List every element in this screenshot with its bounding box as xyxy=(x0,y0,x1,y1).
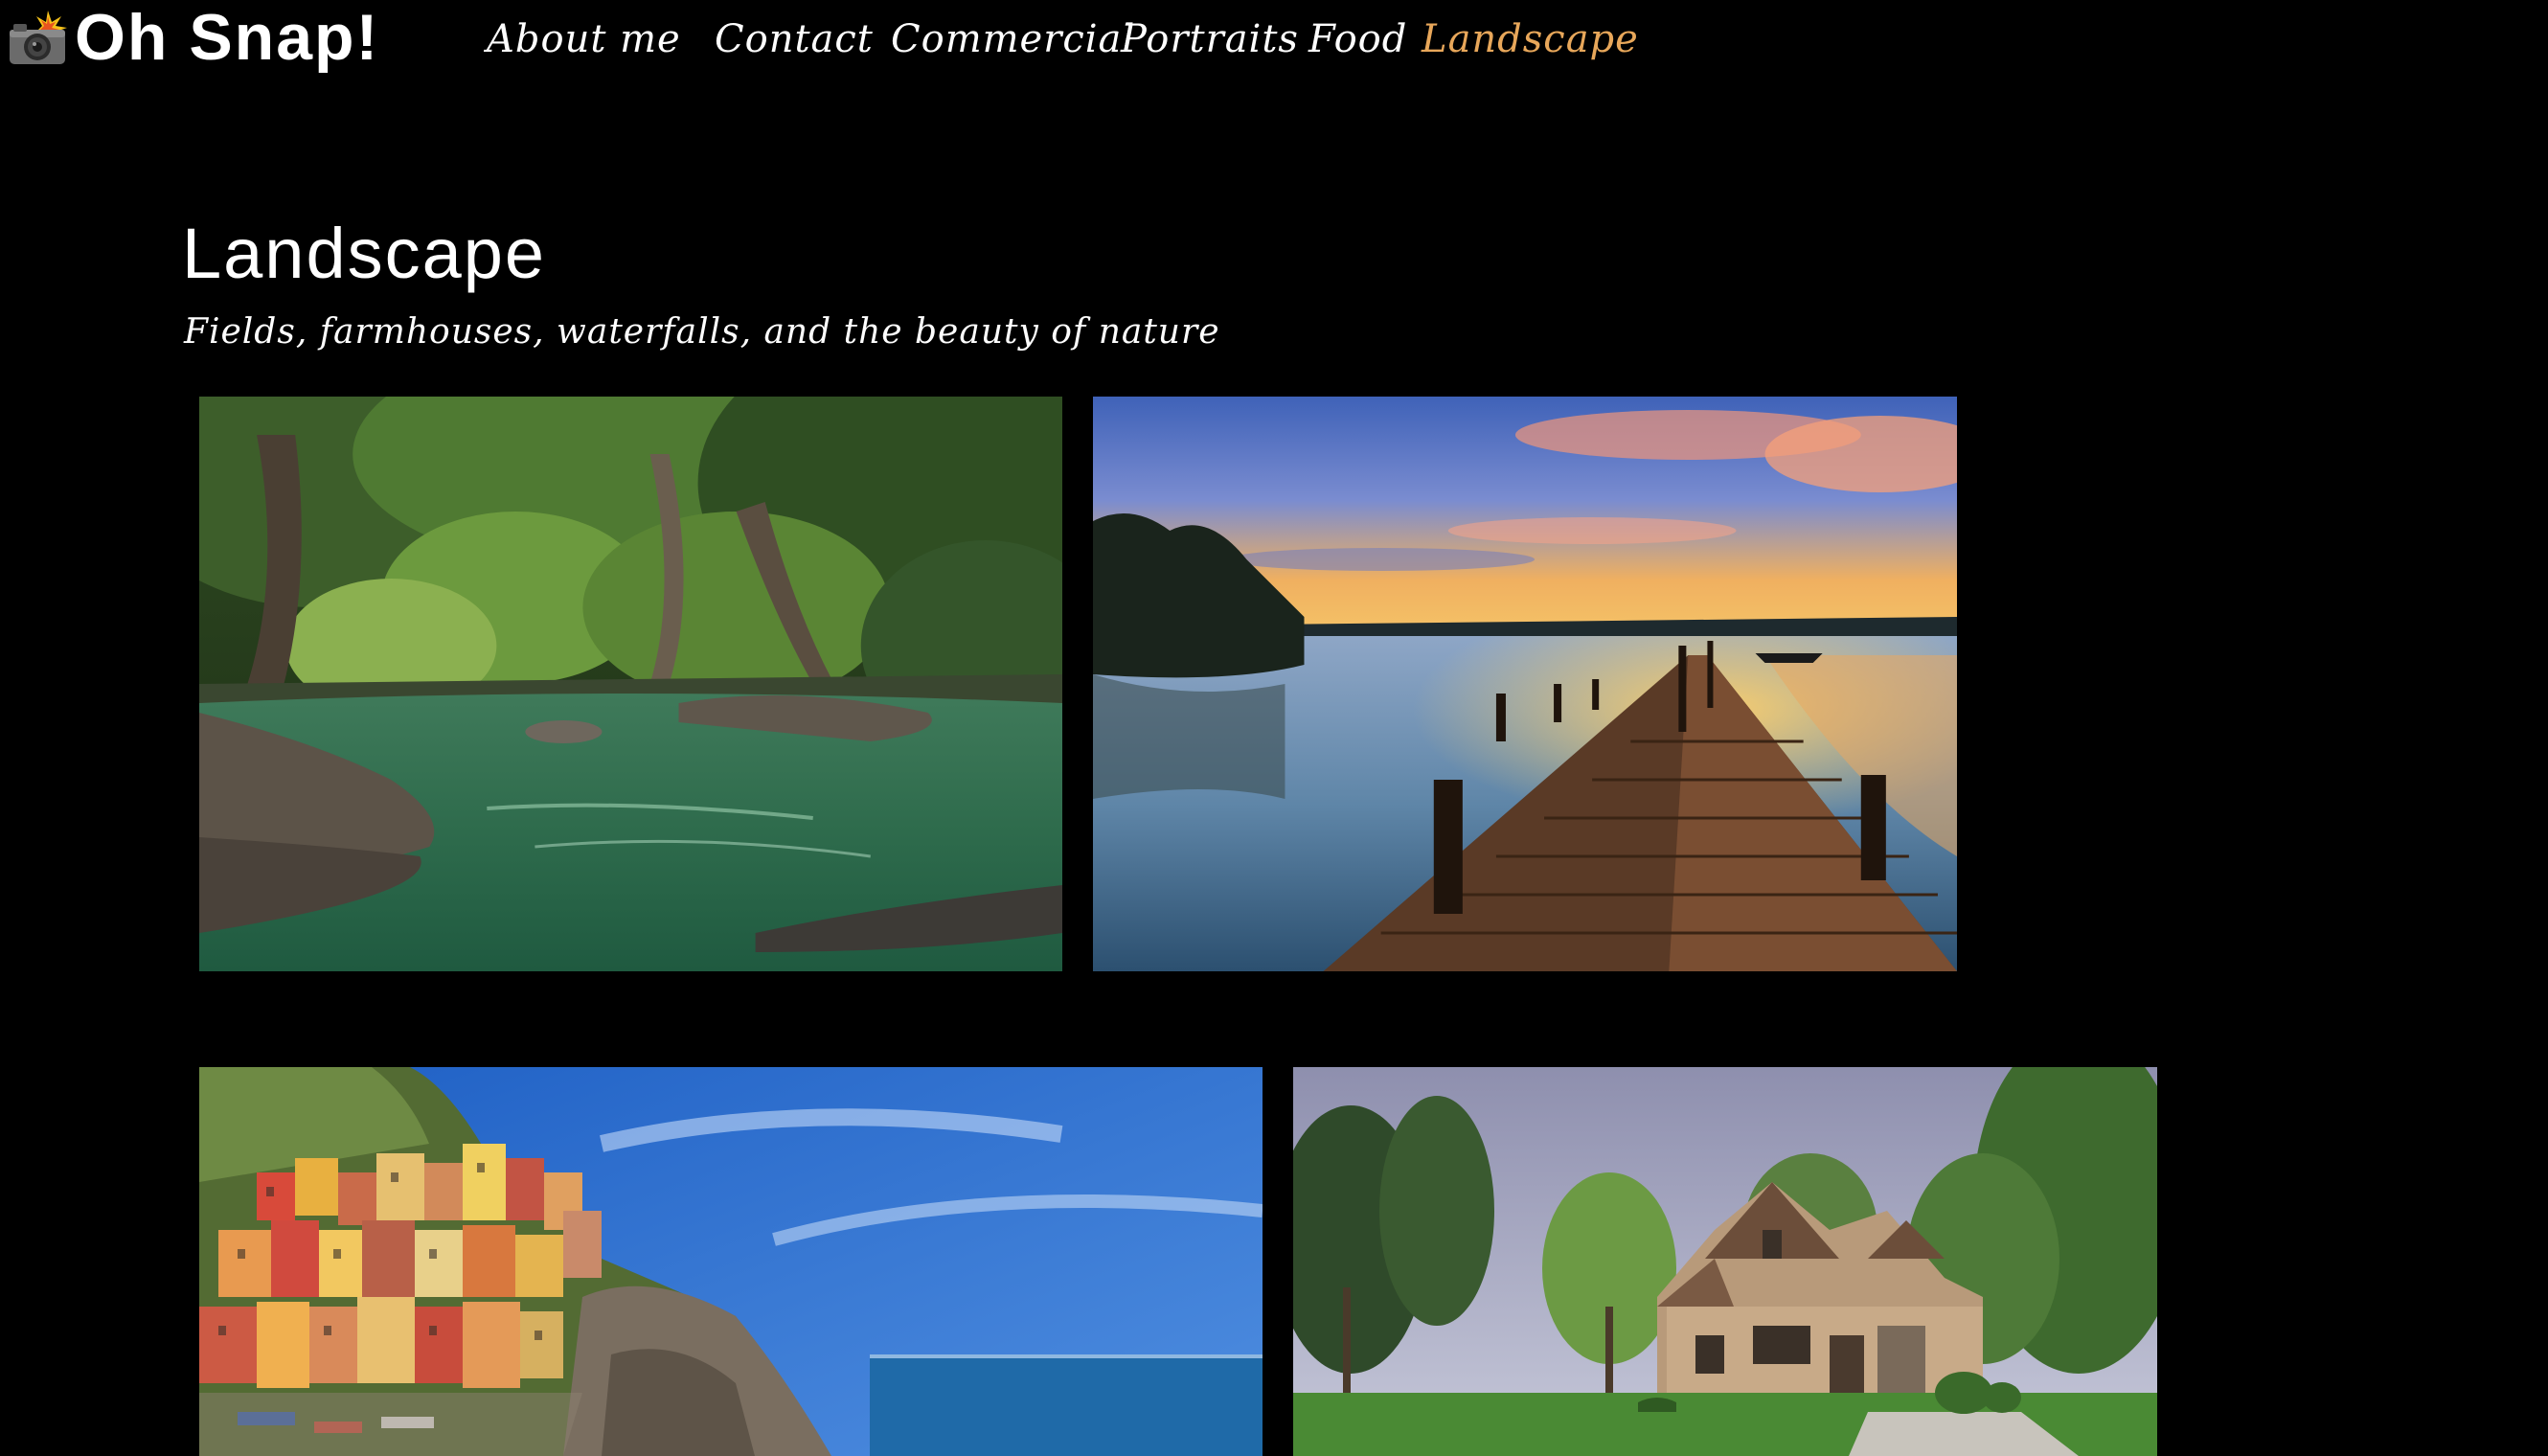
photo-stone-house[interactable] xyxy=(1293,1067,2157,1456)
photo-cliffside-village[interactable] xyxy=(199,1067,1263,1456)
page-title: Landscape xyxy=(182,214,547,293)
nav-portraits[interactable]: Portraits xyxy=(1121,17,1299,61)
photo-sunset-pier[interactable] xyxy=(1093,397,1957,971)
photo-forest-river[interactable] xyxy=(199,397,1062,971)
camera-flash-icon xyxy=(8,9,71,66)
logo-text: Oh Snap! xyxy=(75,1,380,74)
nav-about-me[interactable]: About me xyxy=(487,17,681,61)
site-logo[interactable]: Oh Snap! xyxy=(8,4,379,71)
nav-commercial[interactable]: Commercial xyxy=(891,17,1135,61)
nav-contact[interactable]: Contact xyxy=(715,17,874,61)
nav-landscape[interactable]: Landscape xyxy=(1422,17,1639,61)
nav-food[interactable]: Food xyxy=(1308,17,1407,61)
site-header: Oh Snap! About me Contact Commercial Por… xyxy=(0,0,2548,86)
page-subtitle: Fields, farmhouses, waterfalls, and the … xyxy=(184,312,1220,352)
